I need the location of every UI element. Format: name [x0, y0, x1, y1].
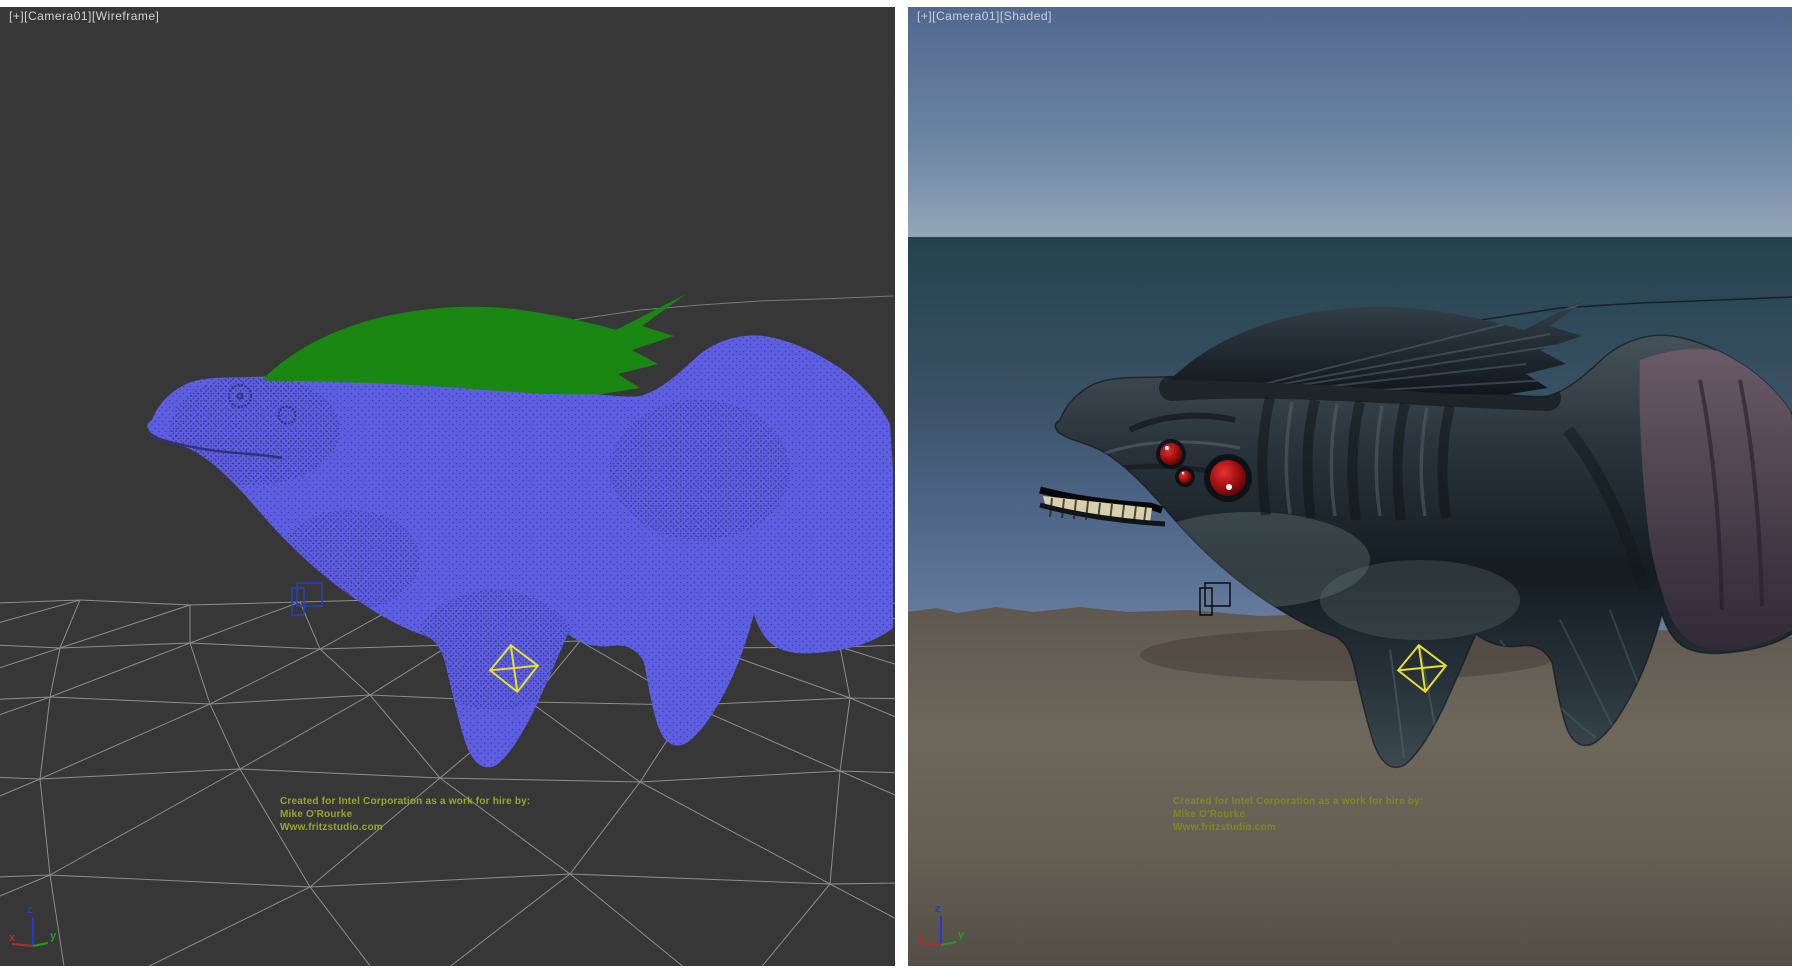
credits-overlay-left: Created for Intel Corporation as a work … [280, 795, 530, 834]
credits-line3: Www.fritzstudio.com [1173, 821, 1423, 834]
viewport-label-shaded[interactable]: [+][Camera01][Shaded] [917, 9, 1052, 23]
viewport-label-wireframe[interactable]: [+][Camera01][Wireframe] [9, 9, 159, 23]
credits-line2: Mike O'Rourke [280, 808, 530, 821]
sky [908, 7, 1792, 238]
axis-tripod [9, 904, 57, 946]
eye-small [1179, 471, 1192, 484]
viewport-divider[interactable] [895, 0, 908, 978]
credits-line1: Created for Intel Corporation as a work … [280, 795, 530, 808]
credits-overlay-right: Created for Intel Corporation as a work … [1173, 795, 1423, 834]
credits-line3: Www.fritzstudio.com [280, 821, 530, 834]
dorsal-fin-wireframe[interactable] [262, 294, 686, 395]
dual-viewport-stage: z x y [0, 0, 1800, 978]
eye-medium [1160, 443, 1182, 465]
credits-line2: Mike O'Rourke [1173, 808, 1423, 821]
box-helper[interactable] [292, 583, 322, 615]
credits-line1: Created for Intel Corporation as a work … [1173, 795, 1423, 808]
eye-large [1210, 460, 1246, 496]
fin-edge-line [573, 296, 893, 320]
